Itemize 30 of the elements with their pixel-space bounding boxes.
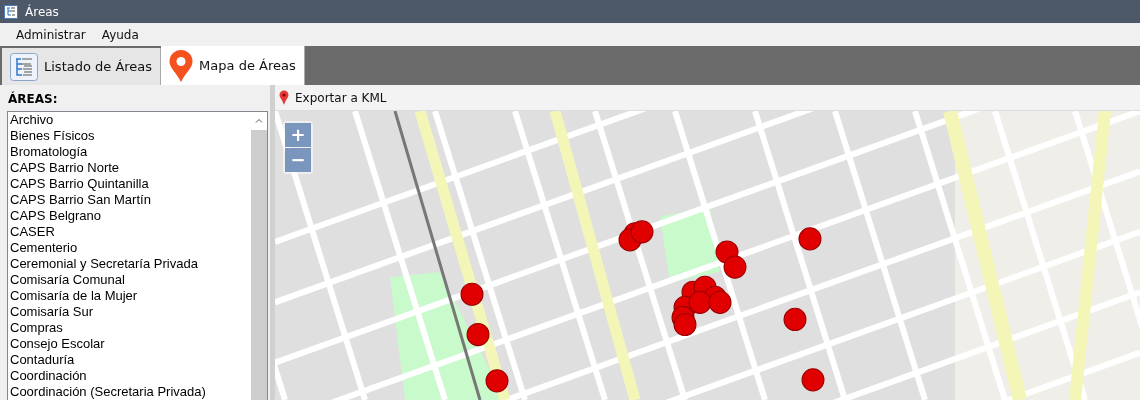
tab[interactable]: Listado de Áreas — [2, 48, 162, 85]
list-item[interactable]: Consejo Escolar — [8, 336, 251, 352]
export-kml-button[interactable]: Exportar a KML — [275, 90, 391, 105]
scroll-up-icon[interactable] — [255, 118, 263, 123]
list-item[interactable]: Ceremonial y Secretaría Privada — [8, 256, 251, 272]
menu-item[interactable]: Administrar — [8, 27, 94, 42]
list-item[interactable]: Coordinación (Secretaria Privada) — [8, 384, 251, 400]
list-item[interactable]: Bromatología — [8, 144, 251, 160]
list-item[interactable]: Comisaría de la Mujer — [8, 288, 251, 304]
tree-list-icon — [10, 52, 38, 81]
list-item[interactable]: Bienes Físicos — [8, 128, 251, 144]
list-item[interactable]: Comisaría Sur — [8, 304, 251, 320]
list-item[interactable]: CAPS Barrio Quintanilla — [8, 176, 251, 192]
menu-item[interactable]: Ayuda — [93, 27, 147, 42]
list-item[interactable]: Coordinación — [8, 368, 251, 384]
list-item[interactable]: Archivo — [8, 112, 251, 128]
list-item[interactable]: Cementerio — [8, 240, 251, 256]
list-item[interactable]: CASER — [8, 224, 251, 240]
tree-list-icon — [4, 4, 18, 19]
list-item[interactable]: Compras — [8, 320, 251, 336]
list-item[interactable]: Contaduría — [8, 352, 251, 368]
window-title: Áreas — [25, 4, 59, 19]
list-item[interactable]: CAPS Barrio Norte — [8, 160, 251, 176]
list-item[interactable]: CAPS Barrio San Martín — [8, 192, 251, 208]
list-item[interactable]: CAPS Belgrano — [8, 208, 251, 224]
map-pin-icon — [279, 90, 289, 105]
areas-heading: ÁREAS: — [7, 90, 59, 108]
tab[interactable]: Mapa de Áreas — [161, 46, 305, 85]
list-item[interactable]: Comisaría Comunal — [8, 272, 251, 288]
map-pin-icon — [169, 49, 194, 82]
